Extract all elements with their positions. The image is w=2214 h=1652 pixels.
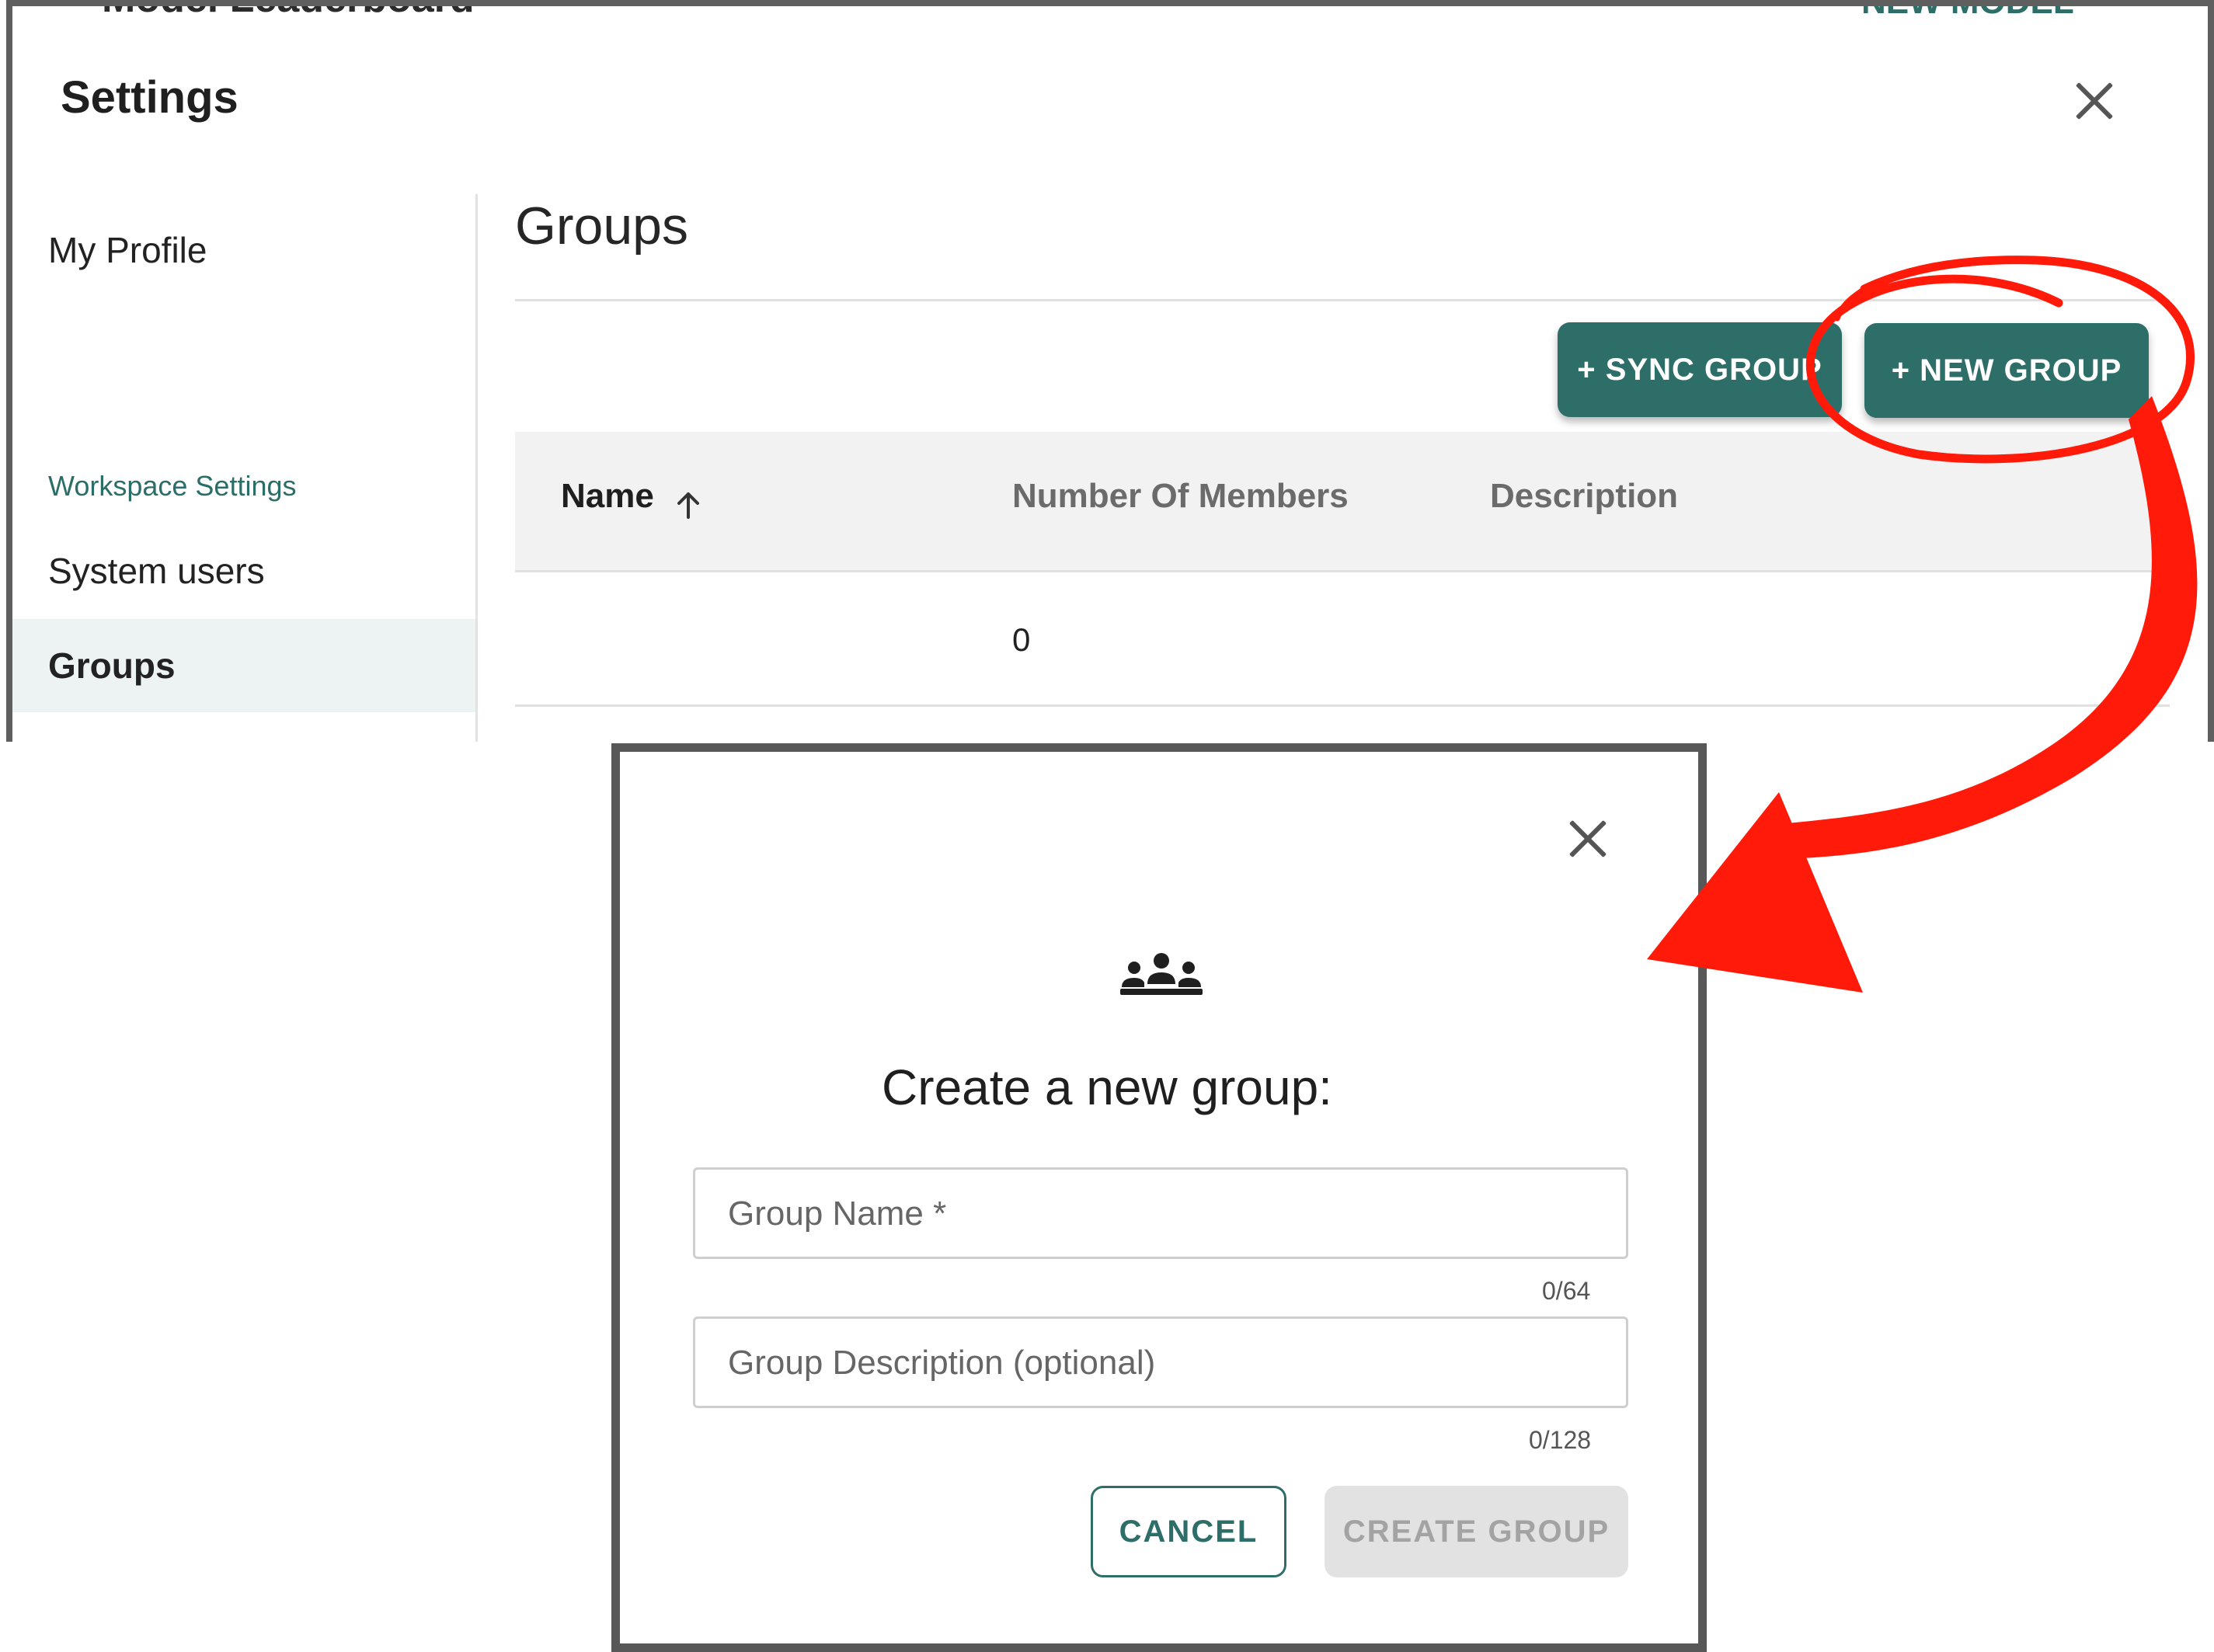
curved-arrow-shaft — [1787, 396, 2198, 858]
red-annotation-overlay — [1647, 256, 2198, 993]
